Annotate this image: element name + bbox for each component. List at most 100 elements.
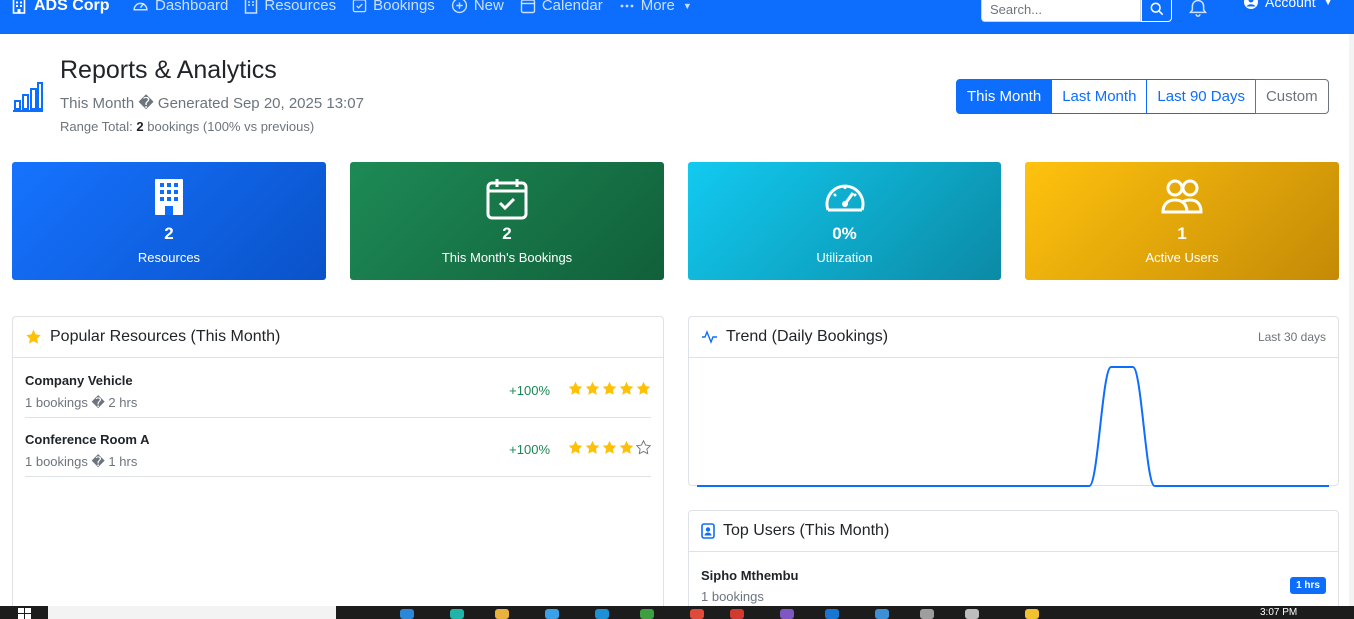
trend-card: Trend (Daily Bookings) Last 30 days <box>688 316 1339 487</box>
nav-dashboard[interactable]: Dashboard <box>132 0 228 14</box>
range-total: Range Total: 2 bookings (100% vs previou… <box>60 119 314 134</box>
user-name: Sipho Mthembu <box>701 568 799 583</box>
star-filled-icon <box>602 381 617 395</box>
taskbar-app-icon[interactable] <box>730 609 744 619</box>
nav-calendar[interactable]: Calendar <box>520 0 603 14</box>
building-icon <box>155 179 183 215</box>
star-filled-icon <box>602 440 617 454</box>
range-button-group: This Month Last Month Last 90 Days Custo… <box>956 79 1329 114</box>
taskbar-app-icon[interactable] <box>640 609 654 619</box>
brand-name: ADS Corp <box>34 0 110 14</box>
stat-card-bookings: 2 This Month's Bookings <box>350 162 664 280</box>
stat-value: 2 <box>502 224 512 243</box>
nav-links: Dashboard Resources Bookings New Calenda… <box>132 0 692 14</box>
rating-stars <box>568 381 651 396</box>
nav-resources[interactable]: Resources <box>244 0 336 14</box>
top-users-header: Top Users (This Month) <box>689 511 1338 552</box>
last-90-days-button[interactable]: Last 90 Days <box>1146 79 1256 114</box>
star-filled-icon <box>568 440 583 454</box>
resource-row[interactable]: Company Vehicle 1 bookings � 2 hrs +100% <box>25 359 651 418</box>
nav-calendar-label: Calendar <box>541 0 603 14</box>
popular-resources-title: Popular Resources (This Month) <box>50 328 281 345</box>
calendar-check-icon <box>352 0 367 13</box>
stat-label: Active Users <box>1145 250 1219 265</box>
last-month-button[interactable]: Last Month <box>1051 79 1148 114</box>
taskbar-app-icon[interactable] <box>400 609 414 619</box>
star-filled-icon <box>585 381 600 395</box>
search-form <box>981 0 1172 22</box>
range-suffix: bookings (100% vs previous) <box>147 119 315 134</box>
resource-meta: 1 bookings � 1 hrs <box>25 454 138 469</box>
this-month-button[interactable]: This Month <box>956 79 1053 114</box>
taskbar-app-icon[interactable] <box>690 609 704 619</box>
trend-line-chart <box>697 366 1329 487</box>
popular-resources-card: Popular Resources (This Month) Company V… <box>12 316 664 616</box>
resource-change: +100% <box>509 383 550 398</box>
page-subtitle: This Month � Generated Sep 20, 2025 13:0… <box>60 95 364 112</box>
search-icon <box>1150 2 1163 16</box>
calendar-icon <box>520 0 536 13</box>
stat-card-utilization: 0% Utilization <box>688 162 1001 280</box>
nav-bookings[interactable]: Bookings <box>352 0 435 14</box>
trend-title: Trend (Daily Bookings) <box>726 328 889 345</box>
plus-circle-icon <box>451 0 467 14</box>
rating-stars <box>568 440 651 455</box>
star-filled-icon <box>585 440 600 454</box>
taskbar-app-icon[interactable] <box>1025 609 1039 619</box>
user-meta: 1 bookings <box>701 589 764 604</box>
taskbar-app-icon[interactable] <box>875 609 889 619</box>
chevron-down-icon: ▼ <box>682 0 692 11</box>
stat-label: Resources <box>137 250 201 265</box>
star-icon <box>26 329 41 344</box>
bar-chart-icon <box>13 82 43 112</box>
search-input[interactable] <box>981 0 1141 22</box>
range-prefix: Range Total: <box>60 119 133 134</box>
speedometer-icon <box>825 184 864 212</box>
taskbar-app-icon[interactable] <box>545 609 559 619</box>
star-filled-icon <box>619 440 634 454</box>
chevron-down-icon: ▼ <box>1323 0 1333 7</box>
taskbar-search-box[interactable] <box>48 606 336 619</box>
dots-icon <box>620 4 634 7</box>
popular-resources-header: Popular Resources (This Month) <box>13 317 663 358</box>
trend-header: Trend (Daily Bookings) Last 30 days <box>689 317 1338 358</box>
people-icon <box>1161 179 1203 214</box>
top-users-title: Top Users (This Month) <box>723 522 890 539</box>
notifications-button[interactable] <box>1188 0 1208 23</box>
stat-card-active-users: 1 Active Users <box>1025 162 1339 280</box>
stat-value: 1 <box>1177 224 1187 243</box>
taskbar-clock: 3:07 PM <box>1260 607 1298 618</box>
nav-dashboard-label: Dashboard <box>155 0 229 14</box>
activity-icon <box>702 330 717 344</box>
os-taskbar: 3:07 PM <box>0 606 1354 619</box>
bell-icon <box>1189 0 1207 17</box>
nav-new[interactable]: New <box>451 0 504 14</box>
search-button[interactable] <box>1141 0 1172 22</box>
stat-value: 0% <box>832 224 857 243</box>
stat-card-resources: 2 Resources <box>12 162 326 280</box>
resource-row[interactable]: Conference Room A 1 bookings � 1 hrs +10… <box>25 418 651 477</box>
custom-button[interactable]: Custom <box>1254 79 1329 114</box>
taskbar-app-icon[interactable] <box>920 609 934 619</box>
taskbar-app-icon[interactable] <box>965 609 979 619</box>
trend-series-line <box>697 366 1329 487</box>
speedometer-icon <box>133 2 148 11</box>
person-badge-icon <box>701 523 715 539</box>
brand[interactable]: ADS Corp <box>12 0 110 15</box>
stat-label: Utilization <box>816 250 873 265</box>
windows-start-icon[interactable] <box>18 608 32 619</box>
scrollbar-track[interactable] <box>1349 34 1354 609</box>
top-navbar: ADS Corp Dashboard Resources Bookings Ne… <box>0 0 1354 34</box>
taskbar-app-icon[interactable] <box>495 609 509 619</box>
trend-range-label: Last 30 days <box>1257 330 1326 344</box>
nav-more-dropdown[interactable]: More ▼ <box>619 0 692 14</box>
taskbar-app-icon[interactable] <box>595 609 609 619</box>
nav-more-label: More <box>640 0 675 14</box>
building-icon <box>245 0 258 14</box>
hours-badge: 1 hrs <box>1290 577 1326 594</box>
taskbar-app-icon[interactable] <box>825 609 839 619</box>
taskbar-app-icon[interactable] <box>450 609 464 619</box>
account-dropdown[interactable]: Account ▼ <box>1243 0 1333 10</box>
taskbar-app-icon[interactable] <box>780 609 794 619</box>
account-label: Account <box>1265 0 1316 10</box>
